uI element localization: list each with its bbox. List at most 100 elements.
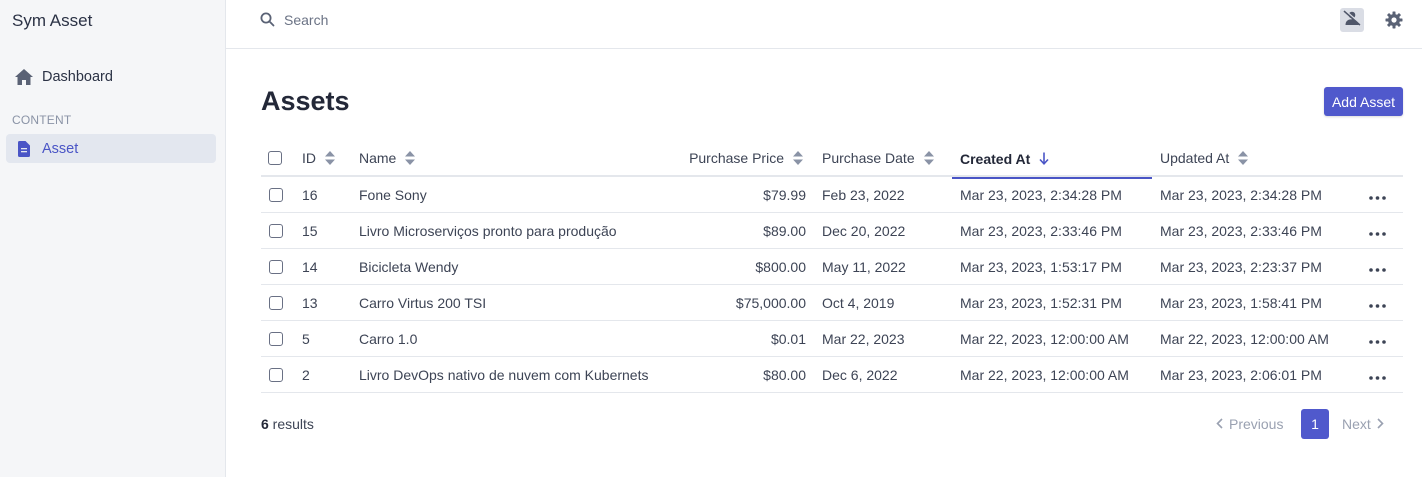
cell-name: Livro Microserviços pronto para produção: [359, 223, 617, 239]
column-header-purchase-price[interactable]: Purchase Price: [681, 138, 803, 177]
cell-purchase-price: $80.00: [763, 367, 806, 383]
row-checkbox[interactable]: [269, 332, 283, 346]
chevron-left-icon: [1216, 416, 1223, 432]
cell-purchase-date: Dec 20, 2022: [822, 223, 906, 239]
cell-name: Fone Sony: [359, 187, 427, 203]
sort-desc-icon: [1039, 152, 1049, 165]
select-all-checkbox[interactable]: [268, 150, 282, 165]
column-header-purchase-date[interactable]: Purchase Date: [822, 138, 934, 177]
ellipsis-icon: [1369, 367, 1386, 383]
table-header: ID Name Purchase Price Purchase Date Cre…: [261, 138, 1403, 179]
cell-purchase-price: $75,000.00: [735, 295, 806, 311]
column-header-label: Name: [359, 149, 397, 166]
cell-id: 14: [302, 259, 318, 275]
row-actions-button[interactable]: [1369, 285, 1389, 321]
row-checkbox[interactable]: [269, 368, 283, 382]
cell-purchase-price: $800.00: [755, 259, 806, 275]
cell-updated-at: Mar 22, 2023, 12:00:00 AM: [1160, 331, 1329, 347]
sort-icon: [923, 150, 934, 165]
cell-purchase-price: $79.99: [763, 187, 806, 203]
app-title[interactable]: Sym Asset: [12, 11, 92, 31]
row-select-cell: [269, 177, 289, 213]
document-icon: [6, 140, 42, 157]
cell-updated-at: Mar 23, 2023, 2:33:46 PM: [1160, 223, 1322, 239]
cell-updated-at: Mar 23, 2023, 2:23:37 PM: [1160, 259, 1322, 275]
row-checkbox[interactable]: [269, 296, 283, 310]
cell-created-at: Mar 23, 2023, 2:33:46 PM: [960, 223, 1122, 239]
cell-purchase-date: Feb 23, 2022: [822, 187, 905, 203]
add-asset-button[interactable]: Add Asset: [1324, 87, 1403, 116]
home-icon: [6, 68, 42, 86]
sort-icon: [1238, 150, 1249, 165]
column-header-label: Purchase Date: [822, 149, 915, 166]
row-checkbox[interactable]: [269, 260, 283, 274]
next-page-button[interactable]: Next: [1342, 416, 1384, 432]
cell-name: Livro DevOps nativo de nuvem com Kuberne…: [359, 367, 649, 383]
row-select-cell: [269, 285, 289, 321]
search-input[interactable]: [284, 9, 884, 31]
user-menu-button[interactable]: [1340, 8, 1364, 32]
row-actions-button[interactable]: [1369, 357, 1389, 393]
column-header-id[interactable]: ID: [302, 138, 335, 177]
page-button-current[interactable]: 1: [1301, 409, 1329, 439]
row-select-cell: [269, 357, 289, 393]
column-header-label: Purchase Price: [689, 149, 784, 166]
cell-purchase-price: $0.01: [770, 331, 806, 347]
row-actions-button[interactable]: [1369, 177, 1389, 213]
cell-name: Carro Virtus 200 TSI: [359, 295, 487, 311]
table-row[interactable]: 16 Fone Sony $79.99 Feb 23, 2022 Mar 23,…: [261, 177, 1403, 213]
row-checkbox[interactable]: [269, 188, 283, 202]
chevron-right-icon: [1377, 416, 1384, 432]
results-number: 6: [261, 416, 269, 432]
user-slash-icon: [1343, 9, 1362, 31]
ellipsis-icon: [1369, 259, 1386, 275]
cell-purchase-date: Oct 4, 2019: [822, 295, 895, 311]
cell-purchase-date: Mar 22, 2023: [822, 331, 905, 347]
cell-purchase-date: Dec 6, 2022: [822, 367, 898, 383]
row-actions-button[interactable]: [1369, 321, 1389, 357]
search-icon: [260, 12, 275, 32]
column-header-name[interactable]: Name: [359, 138, 416, 177]
cell-id: 15: [302, 223, 318, 239]
cell-id: 2: [302, 367, 310, 383]
sort-icon: [325, 150, 335, 165]
cell-id: 5: [302, 331, 310, 347]
ellipsis-icon: [1369, 295, 1386, 311]
sidebar-item-asset[interactable]: Asset: [6, 134, 216, 163]
previous-page-button[interactable]: Previous: [1216, 416, 1283, 432]
results-label: results: [268, 416, 314, 432]
cell-id: 16: [302, 187, 318, 203]
cell-created-at: Mar 23, 2023, 2:34:28 PM: [960, 187, 1122, 203]
gear-icon[interactable]: [1385, 11, 1403, 34]
sidebar: Sym Asset Dashboard CONTENT Asset: [0, 0, 226, 477]
cell-updated-at: Mar 23, 2023, 2:06:01 PM: [1160, 367, 1322, 383]
sort-icon: [405, 150, 416, 165]
assets-table: ID Name Purchase Price Purchase Date Cre…: [261, 138, 1403, 393]
cell-updated-at: Mar 23, 2023, 1:58:41 PM: [1160, 295, 1322, 311]
results-count: 6 results: [261, 416, 314, 432]
table-row[interactable]: 5 Carro 1.0 $0.01 Mar 22, 2023 Mar 22, 2…: [261, 321, 1403, 357]
cell-purchase-date: May 11, 2022: [822, 259, 906, 275]
table-row[interactable]: 13 Carro Virtus 200 TSI $75,000.00 Oct 4…: [261, 285, 1403, 321]
sort-icon: [793, 150, 803, 165]
table-row[interactable]: 14 Bicicleta Wendy $800.00 May 11, 2022 …: [261, 249, 1403, 285]
previous-label: Previous: [1229, 416, 1284, 432]
column-header-updated-at[interactable]: Updated At: [1160, 138, 1249, 177]
column-header-created-at[interactable]: Created At: [952, 138, 1152, 179]
sidebar-item-label: Dashboard: [42, 68, 113, 85]
row-actions-button[interactable]: [1369, 249, 1389, 285]
cell-purchase-price: $89.00: [763, 223, 806, 239]
ellipsis-icon: [1369, 223, 1386, 239]
cell-name: Carro 1.0: [359, 331, 418, 347]
page-title: Assets: [261, 86, 350, 116]
next-label: Next: [1342, 416, 1371, 432]
table-row[interactable]: 2 Livro DevOps nativo de nuvem com Kuber…: [261, 357, 1403, 393]
sidebar-item-label: Asset: [42, 140, 79, 157]
table-row[interactable]: 15 Livro Microserviços pronto para produ…: [261, 213, 1403, 249]
top-bar: [226, 0, 1422, 49]
row-checkbox[interactable]: [269, 224, 283, 238]
cell-created-at: Mar 23, 2023, 1:53:17 PM: [960, 259, 1122, 275]
cell-created-at: Mar 23, 2023, 1:52:31 PM: [960, 295, 1122, 311]
row-actions-button[interactable]: [1369, 213, 1389, 249]
sidebar-item-dashboard[interactable]: Dashboard: [6, 62, 216, 91]
